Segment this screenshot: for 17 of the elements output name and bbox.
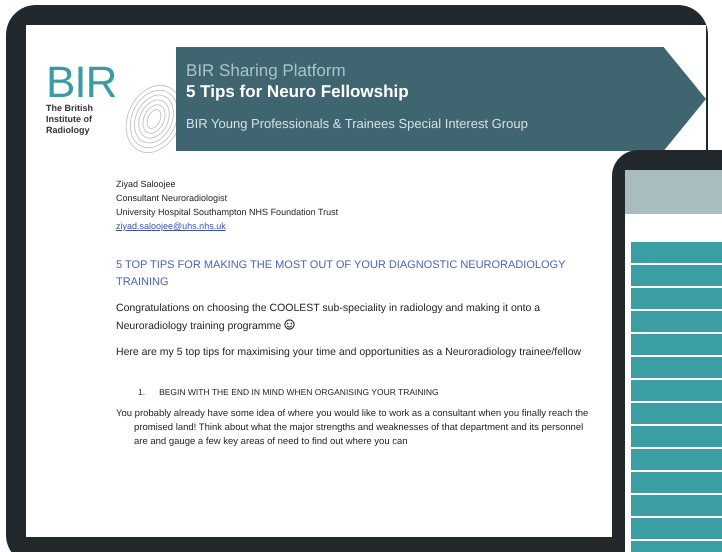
author-role: Consultant Neuroradiologist [116,192,228,205]
banner-title: 5 Tips for Neuro Fellowship [186,82,410,102]
banner-subtitle: BIR Young Professionals & Trainees Special Interest Group [186,116,529,131]
section-heading: 5 TOP TIPS FOR MAKING THE MOST OUT OF YOUR DIAGNOSTIC NEURORADIOLOGY TRAINING [116,258,566,290]
logo-text: Institute of [46,114,93,124]
banner-kicker: BIR Sharing Platform [186,61,347,81]
author-name: Ziyad Saloojee [116,178,177,191]
logo-mark: BIR [46,62,116,102]
paragraph: Congratulations on choosing the COOLEST sub-speciality in radiology and making it onto a Neuroradiology training programme [116,301,542,334]
body-paragraph: You probably already have some idea of where you would like to work as a consultant when you finally reach the promised land! Think about what the major strengths and weaknesses of that department and its personnel are and gauge a few key areas of need to find out where you can [116,407,590,449]
list-heading: BEGIN WITH THE END IN MIND WHEN ORGANISING YOUR TRAINING [159,387,439,397]
author-organisation: University Hospital Southampton NHS Foundation Trust [116,206,340,219]
paragraph: Here are my 5 top tips for maximising your time and opportunities as a Neuroradiology trainee/fellow [116,345,582,360]
list-number: 1. [138,387,146,397]
logo-text: The British [46,102,94,114]
email-link[interactable]: ziyad.saloojee@uhs.nhs.uk [116,219,226,233]
logo-text: Radiology [46,124,91,136]
